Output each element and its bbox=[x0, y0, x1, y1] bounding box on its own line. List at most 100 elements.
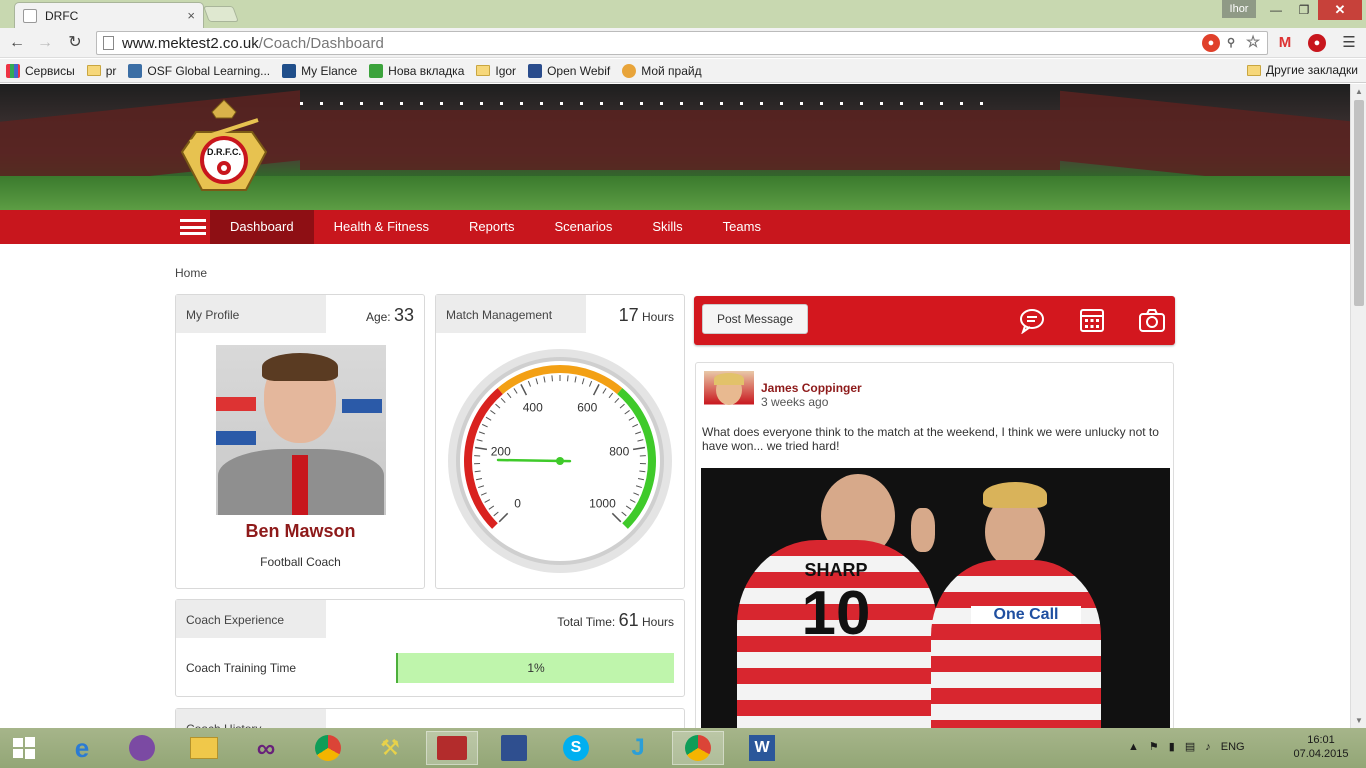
bookmark-apps[interactable]: Сервисы bbox=[6, 63, 75, 78]
folder-icon bbox=[86, 65, 101, 76]
bookmark-star-icon[interactable]: ☆ bbox=[1244, 34, 1262, 52]
match-hours-stat: 17 Hours bbox=[618, 305, 674, 325]
forward-icon[interactable]: → bbox=[34, 32, 56, 54]
shirt-number: 10 bbox=[801, 579, 871, 648]
viber-icon[interactable] bbox=[116, 731, 168, 765]
post-author[interactable]: James Coppinger bbox=[761, 381, 862, 395]
player-hand bbox=[911, 508, 935, 552]
webif-icon bbox=[528, 63, 543, 78]
feed-post: James Coppinger 3 weeks ago What does ev… bbox=[695, 362, 1174, 728]
osf-icon bbox=[128, 63, 143, 78]
other-bookmarks[interactable]: Другие закладки bbox=[1247, 63, 1358, 77]
coach-tie bbox=[292, 455, 308, 515]
bookmarks-bar: Сервисы pr OSF Global Learning... My Ela… bbox=[0, 59, 1366, 83]
bookmark-elance[interactable]: My Elance bbox=[282, 63, 357, 78]
address-bar[interactable]: www.mektest2.co.uk /Coach/Dashboard bbox=[96, 31, 1268, 55]
scroll-down-icon[interactable]: ▼ bbox=[1355, 716, 1363, 725]
bookmark-igor[interactable]: Igor bbox=[476, 64, 516, 78]
bookmark-pr[interactable]: pr bbox=[86, 64, 116, 78]
word-icon[interactable]: W bbox=[736, 731, 788, 765]
tools-icon[interactable]: ⚒ bbox=[364, 731, 416, 765]
profile-card: My Profile Age: 33 Ben Mawson Football C… bbox=[175, 294, 425, 589]
apps-icon bbox=[6, 63, 20, 78]
calendar-icon[interactable] bbox=[1078, 306, 1106, 334]
nav-teams[interactable]: Teams bbox=[703, 210, 781, 244]
new-tab-button[interactable] bbox=[203, 6, 239, 22]
bookmark-osf[interactable]: OSF Global Learning... bbox=[128, 63, 270, 78]
volume-icon[interactable]: ♪ bbox=[1205, 741, 1211, 753]
skype-icon[interactable]: S bbox=[550, 731, 602, 765]
chrome-icon[interactable] bbox=[302, 731, 354, 765]
breadcrumb[interactable]: Home bbox=[175, 266, 207, 280]
player-shirt bbox=[931, 560, 1101, 728]
post-time: 3 weeks ago bbox=[761, 395, 829, 409]
experience-card: Coach Experience Total Time: 61 Hours Co… bbox=[175, 599, 685, 697]
nav-dashboard[interactable]: Dashboard bbox=[210, 210, 314, 244]
save-disk-icon[interactable] bbox=[488, 731, 540, 765]
network-icon[interactable]: ▤ bbox=[1185, 740, 1195, 753]
hamburger-menu-icon[interactable] bbox=[180, 219, 206, 235]
back-icon[interactable]: ← bbox=[6, 32, 28, 54]
scroll-up-icon[interactable]: ▲ bbox=[1355, 87, 1363, 96]
folder-icon bbox=[476, 65, 491, 76]
ie-icon[interactable]: e bbox=[56, 731, 108, 765]
gauge-tick-label: 400 bbox=[523, 401, 543, 415]
profile-heading: My Profile bbox=[176, 295, 326, 333]
gauge-tick bbox=[551, 375, 553, 382]
match-heading: Match Management bbox=[436, 295, 586, 333]
post-message-button[interactable]: Post Message bbox=[702, 304, 808, 334]
chat-icon[interactable] bbox=[1018, 306, 1046, 334]
restore-icon[interactable]: ❐ bbox=[1290, 0, 1318, 20]
nav-scenarios[interactable]: Scenarios bbox=[535, 210, 633, 244]
author-avatar[interactable] bbox=[704, 371, 754, 419]
battery-icon[interactable]: ▮ bbox=[1169, 740, 1175, 753]
jetbrains-icon[interactable]: J bbox=[612, 731, 664, 765]
clock-time: 16:01 bbox=[1307, 734, 1335, 746]
key-icon[interactable]: ⚲ bbox=[1222, 34, 1240, 52]
svg-text:D.R.F.C.: D.R.F.C. bbox=[207, 147, 241, 157]
avatar-hair bbox=[714, 373, 744, 385]
windows-taskbar: e ∞ ⚒ S J W ▲ ⚑ ▮ ▤ ♪ ENG 16:01 07.04.20… bbox=[0, 728, 1366, 768]
reload-icon[interactable]: ↻ bbox=[64, 32, 86, 54]
bookmark-open-webif[interactable]: Open Webif bbox=[528, 63, 610, 78]
post-photo[interactable]: SHARP 10 One Call bbox=[701, 468, 1170, 728]
tab-close-button[interactable]: × bbox=[187, 8, 195, 23]
start-button[interactable] bbox=[0, 731, 48, 765]
nav-health-fitness[interactable]: Health & Fitness bbox=[314, 210, 449, 244]
club-crest-logo[interactable]: D.R.F.C. bbox=[176, 92, 272, 202]
scrollbar-thumb[interactable] bbox=[1354, 100, 1364, 306]
clock[interactable]: 16:01 07.04.2015 bbox=[1292, 733, 1350, 761]
gmail-icon[interactable]: M bbox=[1276, 34, 1294, 52]
post-text: What does everyone think to the match at… bbox=[702, 425, 1159, 453]
visual-studio-icon[interactable]: ∞ bbox=[240, 731, 292, 765]
bookmark-new-tab[interactable]: Нова вкладка bbox=[369, 63, 464, 78]
gauge-tick-label: 0 bbox=[514, 496, 521, 510]
stadium-lights bbox=[300, 102, 1000, 105]
flag-icon[interactable]: ⚑ bbox=[1149, 740, 1159, 753]
profile-name: Ben Mawson bbox=[245, 521, 356, 541]
book-app-icon[interactable] bbox=[426, 731, 478, 765]
gauge-tick-label: 600 bbox=[577, 401, 597, 415]
browser-tab[interactable]: DRFC × bbox=[14, 2, 204, 28]
folder-icon bbox=[1247, 64, 1262, 76]
history-card: Coach History bbox=[175, 708, 685, 728]
language-indicator[interactable]: ENG bbox=[1221, 741, 1245, 753]
window-close-icon[interactable]: ✕ bbox=[1318, 0, 1362, 20]
camera-icon[interactable] bbox=[1138, 306, 1166, 334]
nav-skills[interactable]: Skills bbox=[632, 210, 702, 244]
stop-ext-icon[interactable]: ● bbox=[1202, 34, 1220, 52]
bookmark-my-pride[interactable]: Мой прайд bbox=[622, 63, 702, 78]
chrome-active-icon[interactable] bbox=[672, 731, 724, 765]
profile-badge[interactable]: Ihor bbox=[1222, 0, 1256, 18]
page-scrollbar[interactable]: ▲ ▼ bbox=[1350, 84, 1366, 728]
profile-role: Football Coach bbox=[260, 555, 341, 569]
explorer-icon[interactable] bbox=[178, 731, 230, 765]
menu-icon[interactable]: ☰ bbox=[1338, 32, 1360, 54]
minimize-icon[interactable]: — bbox=[1262, 0, 1290, 20]
nav-reports[interactable]: Reports bbox=[449, 210, 535, 244]
main-nav: Dashboard Health & Fitness Reports Scena… bbox=[0, 210, 1350, 244]
tray-expand-icon[interactable]: ▲ bbox=[1128, 741, 1139, 753]
shirt-sponsor: One Call bbox=[971, 606, 1081, 624]
gauge-hub bbox=[556, 457, 564, 465]
adblock-icon[interactable]: ● bbox=[1308, 34, 1326, 52]
